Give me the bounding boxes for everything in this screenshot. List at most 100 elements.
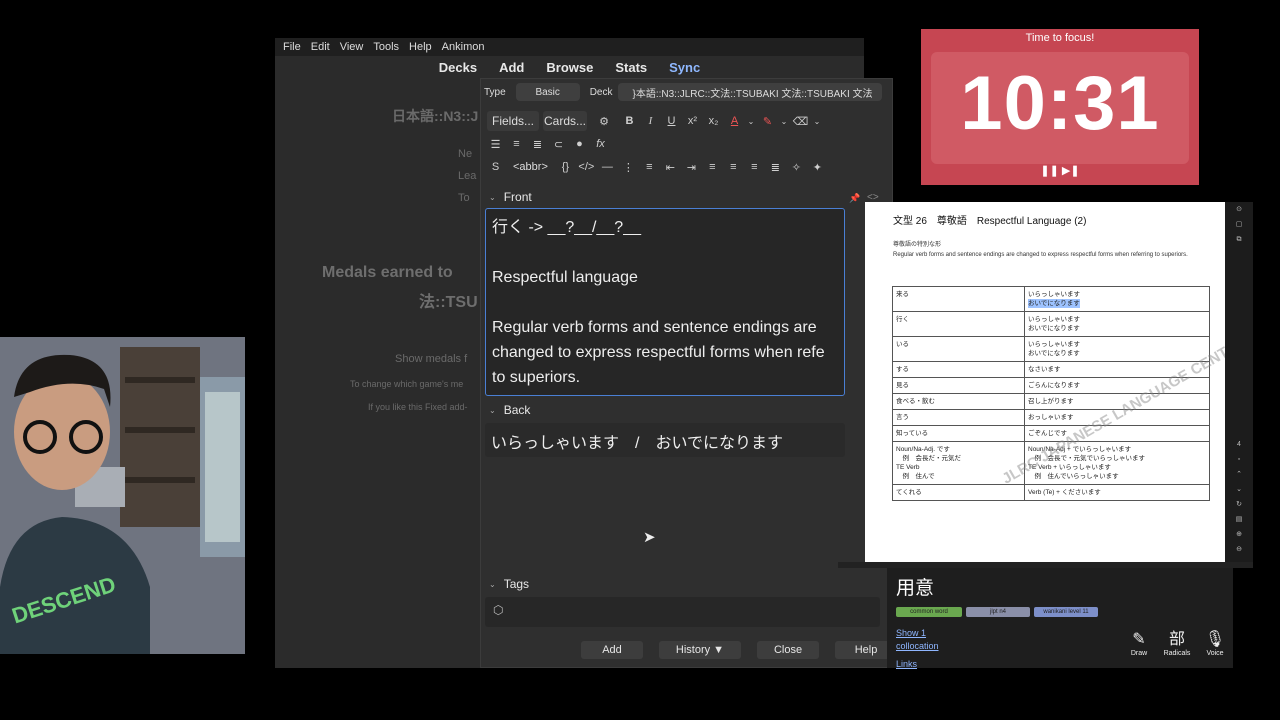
menu-edit[interactable]: Edit xyxy=(311,41,330,53)
align-center-icon[interactable]: ≡ xyxy=(704,158,721,176)
horizontal-rule-icon[interactable]: — xyxy=(599,158,616,176)
microphone-icon: 🎙 xyxy=(1204,631,1226,648)
add-button[interactable]: Add xyxy=(581,641,643,659)
pdf-sidebar-icon[interactable]: ⧉ xyxy=(1225,232,1253,247)
subscript-icon[interactable]: x₂ xyxy=(705,112,722,130)
pdf-cell-line: 見る xyxy=(896,382,909,389)
menu-help[interactable]: Help xyxy=(409,41,432,53)
back-field-editor[interactable]: いらっしゃいます / おいでになります xyxy=(485,423,845,457)
cloze-icon[interactable]: ✦ xyxy=(809,158,826,176)
cards-button[interactable]: Cards... xyxy=(543,111,587,131)
pdf-sidebar-icon[interactable]: ⊙ xyxy=(1225,202,1253,217)
pdf-respectful-form-cell: ごぞんじです xyxy=(1024,425,1210,442)
bullet-list-icon[interactable]: ⋮ xyxy=(620,158,637,176)
pdf-sidebar-icon[interactable]: ⌄ xyxy=(1225,482,1253,497)
tags-field-label[interactable]: ⌄ Tags xyxy=(489,577,529,591)
pdf-respectful-form-cell: いらっしゃいます おいでになります xyxy=(1024,311,1210,337)
menu-tools[interactable]: Tools xyxy=(373,41,399,53)
pdf-sidebar-icon[interactable]: ↻ xyxy=(1225,497,1253,512)
menu-file[interactable]: File xyxy=(283,41,301,53)
nav-decks[interactable]: Decks xyxy=(439,60,477,75)
radicals-tool[interactable]: 部 Radicals xyxy=(1163,630,1191,657)
pdf-cell-line: 例 会長だ・元気だ xyxy=(896,455,962,462)
pdf-cell-line: てくれる xyxy=(896,489,922,496)
draw-tool[interactable]: ✎ Draw xyxy=(1125,630,1153,657)
pdf-table-row: 来る いらっしゃいます おいでになります xyxy=(892,286,1210,312)
magic-icon[interactable]: ✧ xyxy=(788,158,805,176)
chevron-down-icon[interactable]: ⌄ xyxy=(747,112,755,130)
pdf-sidebar-icon[interactable]: 4 xyxy=(1225,437,1253,452)
nav-add[interactable]: Add xyxy=(499,60,524,75)
align-right-icon[interactable]: ≡ xyxy=(746,158,763,176)
back-field-label[interactable]: ⌄ Back xyxy=(489,403,530,417)
dictionary-panel: 用意 common word jlpt n4 wanikani level 11… xyxy=(887,568,1233,669)
code-icon[interactable]: </> xyxy=(578,158,595,176)
main-nav: Decks Add Browse Stats Sync xyxy=(275,56,864,78)
collocation-link[interactable]: collocation xyxy=(896,641,939,651)
microphone-icon[interactable]: ● xyxy=(571,135,588,153)
nav-browse[interactable]: Browse xyxy=(546,60,593,75)
type-label: Type xyxy=(484,86,506,98)
front-field-label[interactable]: ⌄ Front xyxy=(489,190,532,204)
braces-icon[interactable]: {} xyxy=(557,158,574,176)
history-button[interactable]: History ▼ xyxy=(659,641,741,659)
close-button[interactable]: Close xyxy=(757,641,819,659)
pdf-respectful-form-cell: Verb (Te) + くださいます xyxy=(1024,484,1210,501)
eraser-icon[interactable]: ⌫ xyxy=(792,112,809,130)
unordered-list-icon[interactable]: ☰ xyxy=(487,135,504,153)
highlight-icon[interactable]: ✎ xyxy=(759,112,776,130)
note-type-button[interactable]: Basic xyxy=(515,83,580,101)
underline-icon[interactable]: U xyxy=(663,112,680,130)
paperclip-icon[interactable]: ⊂ xyxy=(550,135,567,153)
strikethrough-icon[interactable]: S xyxy=(487,158,504,176)
superscript-icon[interactable]: x² xyxy=(684,112,701,130)
align-icon[interactable]: ≣ xyxy=(529,135,546,153)
draw-label: Draw xyxy=(1130,650,1148,657)
timer-play-controls[interactable]: ❚❚ ▶❚ xyxy=(921,164,1199,177)
text-color-icon[interactable]: A xyxy=(726,112,743,130)
editor-toolbar-row-1: Fields... Cards... ⚙ B I U x² x₂ A ⌄ ✎ ⌄… xyxy=(487,111,821,131)
front-field-editor[interactable]: 行く -> __?__/__?__ Respectful language Re… xyxy=(485,208,845,396)
help-button[interactable]: Help xyxy=(835,641,892,659)
function-icon[interactable]: fx xyxy=(592,135,609,153)
fields-button[interactable]: Fields... xyxy=(487,111,539,131)
show-link[interactable]: Show 1 xyxy=(896,628,926,638)
pdf-title: 文型 26 尊敬語 Respectful Language (2) xyxy=(893,216,1087,227)
nav-stats[interactable]: Stats xyxy=(615,60,647,75)
pdf-sidebar-icon[interactable]: ▤ xyxy=(1225,512,1253,527)
italic-icon[interactable]: I xyxy=(642,112,659,130)
chevron-down-icon[interactable]: ⌄ xyxy=(813,112,821,130)
pdf-sidebar-icon[interactable]: ⊕ xyxy=(1225,527,1253,542)
pdf-subtitle: 尊敬語の特別な形 xyxy=(893,242,942,248)
number-list-icon[interactable]: ≡ xyxy=(641,158,658,176)
align-left-icon[interactable]: ≡ xyxy=(725,158,742,176)
dictionary-tags: common word jlpt n4 wanikani level 11 xyxy=(896,607,1098,617)
pdf-sidebar-icon[interactable]: ⌃ xyxy=(1225,467,1253,482)
bold-icon[interactable]: B xyxy=(621,112,638,130)
menu-ankimon[interactable]: Ankimon xyxy=(442,41,485,53)
voice-tool[interactable]: 🎙 Voice xyxy=(1201,630,1229,657)
pdf-cell-line: 知っている xyxy=(896,430,929,437)
tags-editor[interactable]: ⬡ xyxy=(485,597,880,627)
pdf-cell-line: いる xyxy=(896,341,909,348)
gear-icon[interactable]: ⚙ xyxy=(591,112,617,130)
fixed-addon-text: If you like this Fixed add- xyxy=(368,402,468,412)
front-line xyxy=(492,290,838,315)
pdf-plain-form-cell: する xyxy=(892,361,1025,378)
pdf-sidebar-icon[interactable]: ▢ xyxy=(1225,217,1253,232)
indent-icon[interactable]: ⇥ xyxy=(683,158,700,176)
ordered-list-icon[interactable]: ≡ xyxy=(508,135,525,153)
pdf-sidebar-icon[interactable]: ▫ xyxy=(1225,452,1253,467)
front-line: 行く -> __?__/__?__ xyxy=(492,219,641,236)
deck-button[interactable]: }本語::N3::JLRC::文法::TSUBAKI 文法::TSUBAKI 文… xyxy=(618,83,883,101)
chevron-down-icon[interactable]: ⌄ xyxy=(780,112,788,130)
justify-icon[interactable]: ≣ xyxy=(767,158,784,176)
pdf-sidebar-icon[interactable]: ⊖ xyxy=(1225,542,1253,557)
menu-view[interactable]: View xyxy=(340,41,364,53)
abbr-button[interactable]: <abbr> xyxy=(508,159,553,175)
nav-sync[interactable]: Sync xyxy=(669,60,700,75)
outdent-icon[interactable]: ⇤ xyxy=(662,158,679,176)
links-link[interactable]: Links xyxy=(896,659,917,669)
pin-icon[interactable]: 📌 xyxy=(849,193,860,204)
screen: File Edit View Tools Help Ankimon Decks … xyxy=(0,0,1280,720)
